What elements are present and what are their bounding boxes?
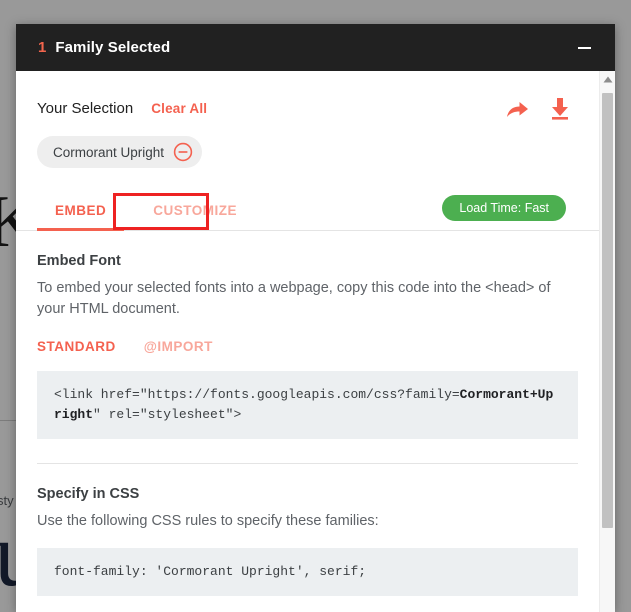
drawer-scrollbar[interactable] [599, 71, 615, 612]
embed-font-heading: Embed Font [37, 253, 121, 269]
tab-bar: EMBED CUSTOMIZE Load Time: Fast [16, 189, 599, 231]
load-time-badge: Load Time: Fast [442, 195, 566, 221]
embed-code-block[interactable]: <link href="https://fonts.googleapis.com… [37, 371, 578, 439]
content-divider [37, 463, 578, 464]
embed-code-prefix: <link href="https://fonts.googleapis.com… [54, 387, 460, 402]
tab-embed[interactable]: EMBED [37, 203, 125, 231]
share-icon[interactable] [505, 98, 529, 120]
selected-families-list: Cormorant Upright [16, 120, 599, 168]
chevron-up-icon[interactable] [600, 76, 615, 83]
family-chip-label: Cormorant Upright [53, 144, 165, 160]
specify-css-heading: Specify in CSS [37, 486, 140, 502]
css-code-block[interactable]: font-family: 'Cormorant Upright', serif; [37, 548, 578, 596]
clear-all-button[interactable]: Clear All [151, 101, 207, 116]
embed-font-description: To embed your selected fonts into a webp… [37, 280, 551, 317]
specify-css-description: Use the following CSS rules to specify t… [37, 513, 379, 529]
drawer-scroll-area: Your Selection Clear All Cormorant Uprig… [16, 71, 599, 612]
tab-customize[interactable]: CUSTOMIZE [137, 203, 253, 230]
selection-drawer: 1 Family Selected Your Selection Clear A… [16, 24, 615, 612]
remove-circle-icon[interactable] [173, 142, 193, 162]
drawer-body: Your Selection Clear All Cormorant Uprig… [16, 71, 615, 612]
selection-row: Your Selection Clear All [16, 71, 599, 120]
selected-count: 1 [38, 39, 47, 56]
subtab-standard[interactable]: STANDARD [37, 339, 116, 354]
subtab-import[interactable]: @IMPORT [144, 339, 213, 354]
scrollbar-thumb[interactable] [602, 93, 613, 528]
drawer-header: 1 Family Selected [16, 24, 615, 71]
minimize-icon[interactable] [571, 35, 597, 61]
download-icon[interactable] [549, 97, 571, 120]
embed-code-suffix: " rel="stylesheet"> [93, 407, 242, 422]
minimize-bar [577, 46, 591, 49]
embed-subtabs: STANDARD @IMPORT [37, 339, 578, 354]
drawer-title: Family Selected [55, 39, 171, 56]
your-selection-label: Your Selection [37, 100, 134, 117]
embed-tab-content: Embed Font To embed your selected fonts … [16, 253, 599, 612]
family-chip[interactable]: Cormorant Upright [37, 136, 203, 168]
selection-actions [505, 97, 599, 120]
